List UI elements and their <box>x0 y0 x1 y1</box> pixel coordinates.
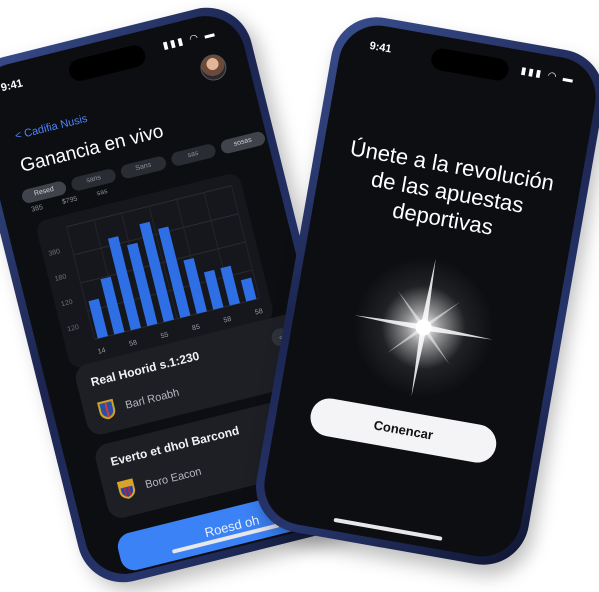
home-indicator[interactable] <box>333 517 443 541</box>
dynamic-island <box>66 42 148 84</box>
team-crest-icon <box>116 478 136 499</box>
tab-1[interactable]: sans <box>70 167 118 193</box>
y-tick-label: 120 <box>67 324 80 334</box>
phone-right: 9:41 ▮▮▮ ◠ ▬ Únete a la revolución de la… <box>248 10 599 572</box>
avatar[interactable] <box>197 51 230 84</box>
sub-tab-1[interactable]: $795 <box>61 195 78 206</box>
x-tick-label: 14 <box>97 347 106 356</box>
y-tick-label: 380 <box>48 248 61 258</box>
right-screen: 9:41 ▮▮▮ ◠ ▬ Únete a la revolución de la… <box>258 19 599 563</box>
tab-2[interactable]: Sans <box>119 155 168 180</box>
chart-bar <box>220 265 240 306</box>
chart-bar <box>88 298 108 339</box>
x-tick-label: 58 <box>254 308 263 317</box>
back-link[interactable]: < Cadifia Nusis <box>14 113 89 143</box>
x-tick-label: 58 <box>129 339 138 348</box>
y-tick-label: 120 <box>60 299 73 309</box>
y-tick-label: 180 <box>54 273 67 283</box>
status-time: 9:41 <box>368 39 393 56</box>
status-icons: ▮▮▮ ◠ ▬ <box>161 27 218 52</box>
dynamic-island <box>429 46 511 83</box>
chart-bar <box>203 269 224 310</box>
chart-bar <box>240 277 257 302</box>
onboarding-headline: Únete a la revolución de las apuestas de… <box>348 135 557 240</box>
match-team: Barl Roabh <box>124 386 181 412</box>
x-tick-label: 85 <box>191 324 200 333</box>
sub-tab-2[interactable]: sas <box>96 188 108 197</box>
tab-4[interactable]: sosas <box>219 130 267 155</box>
status-icons: ▮▮▮ ◠ ▬ <box>519 65 576 86</box>
x-tick-label: 55 <box>160 331 169 340</box>
match-title: Everto et dhol Barcond <box>109 423 241 469</box>
grid-line <box>66 226 96 340</box>
sparkle-glow-icon <box>353 257 494 398</box>
tab-3[interactable]: sas <box>169 142 217 168</box>
sub-tab-0[interactable]: 385 <box>31 204 44 214</box>
status-time: 9:41 <box>0 77 25 95</box>
team-crest-icon <box>97 398 116 420</box>
x-tick-label: 58 <box>223 316 232 325</box>
match-team: Boro Eacon <box>144 465 203 492</box>
